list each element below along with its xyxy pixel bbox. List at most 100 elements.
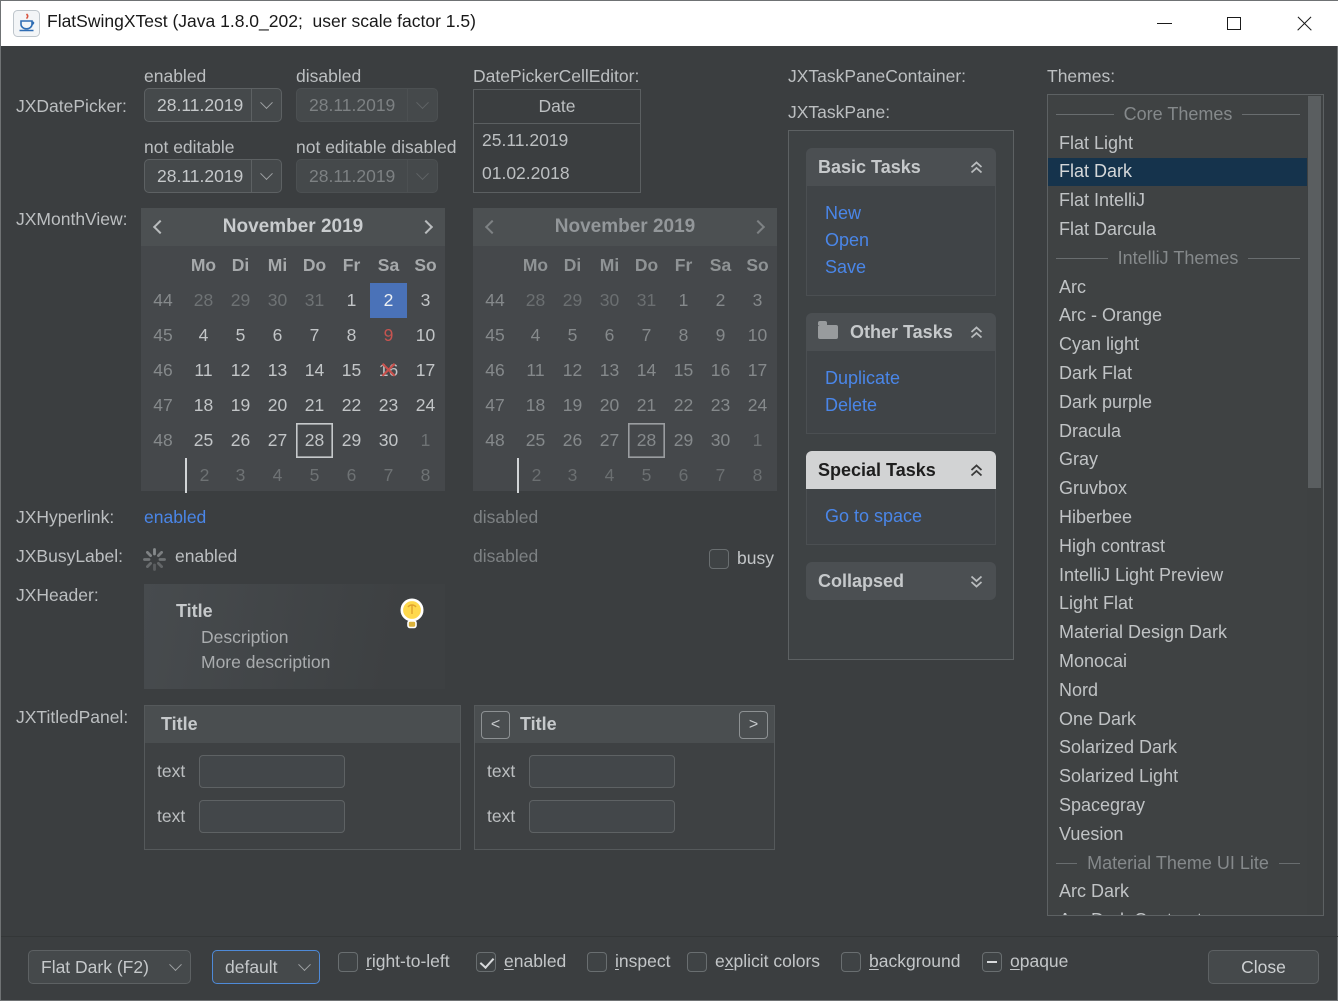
themes-scrollbar[interactable]	[1307, 96, 1322, 915]
theme-item[interactable]: High contrast	[1048, 532, 1308, 561]
calendar-day[interactable]: 15	[333, 353, 370, 388]
calendar-day[interactable]: 11	[185, 353, 222, 388]
calendar-day[interactable]: 8	[407, 458, 444, 493]
date-table-row[interactable]: 01.02.2018	[474, 157, 640, 190]
theme-item[interactable]: Arc Dark Contrast	[1048, 906, 1308, 916]
calendar-day[interactable]: 1	[333, 283, 370, 318]
theme-item[interactable]: Monocai	[1048, 647, 1308, 676]
taskpane-action-link[interactable]: Delete	[825, 392, 995, 419]
calendar-day[interactable]: 25	[185, 423, 222, 458]
calendar-day[interactable]: 21	[296, 388, 333, 423]
taskpane-action-link[interactable]: Save	[825, 254, 995, 281]
taskpane-header[interactable]: Collapsed	[806, 562, 996, 600]
expand-double-chevron-icon[interactable]	[969, 574, 984, 589]
calendar-day[interactable]: 16	[370, 353, 407, 388]
calendar-day[interactable]: 30	[370, 423, 407, 458]
taskpane-action-link[interactable]: Go to space	[825, 503, 995, 530]
calendar-day[interactable]: 28	[296, 423, 333, 458]
date-table-row[interactable]: 25.11.2019	[474, 124, 640, 157]
calendar-day[interactable]: 22	[333, 388, 370, 423]
checkbox-explicit-colors[interactable]	[687, 952, 707, 972]
calendar-day[interactable]: 7	[370, 458, 407, 493]
calendar-day[interactable]: 1	[407, 423, 444, 458]
busy-checkbox-label[interactable]: busy	[737, 548, 774, 569]
theme-item[interactable]: Arc Dark	[1048, 878, 1308, 907]
hyperlink-enabled[interactable]: enabled	[144, 507, 206, 528]
titled-panel-prev-button[interactable]: <	[481, 711, 510, 739]
datepicker-enabled[interactable]: 28.11.2019	[144, 88, 282, 122]
calendar-day[interactable]: 8	[333, 318, 370, 353]
taskpane-action-link[interactable]: New	[825, 200, 995, 227]
datepicker-value[interactable]: 28.11.2019	[145, 166, 251, 187]
checkbox-label[interactable]: explicit colors	[715, 951, 820, 972]
theme-item[interactable]: Dark Flat	[1048, 359, 1308, 388]
theme-item[interactable]: Solarized Light	[1048, 762, 1308, 791]
checkbox-background[interactable]	[841, 952, 861, 972]
calendar-dropdown-icon[interactable]	[251, 89, 281, 121]
theme-item[interactable]: One Dark	[1048, 705, 1308, 734]
titled-panel-text-input[interactable]	[199, 800, 345, 833]
theme-item[interactable]: Gruvbox	[1048, 474, 1308, 503]
calendar-day[interactable]: 6	[333, 458, 370, 493]
theme-item[interactable]: Light Flat	[1048, 590, 1308, 619]
calendar-dropdown-icon[interactable]	[251, 160, 281, 192]
calendar-day[interactable]: 28	[185, 283, 222, 318]
titled-panel-text-input[interactable]	[529, 800, 675, 833]
theme-item[interactable]: Vuesion	[1048, 820, 1308, 849]
calendar-day[interactable]: 13	[259, 353, 296, 388]
calendar-day[interactable]: 4	[185, 318, 222, 353]
checkbox-inspect[interactable]	[587, 952, 607, 972]
theme-item[interactable]: Spacegray	[1048, 791, 1308, 820]
calendar-day[interactable]: 3	[407, 283, 444, 318]
minimize-button[interactable]	[1129, 1, 1199, 46]
taskpane-header[interactable]: Other Tasks	[806, 313, 996, 351]
calendar-day[interactable]: 3	[222, 458, 259, 493]
next-month-icon[interactable]	[419, 220, 433, 234]
calendar-day[interactable]: 18	[185, 388, 222, 423]
themes-scrollbar-thumb[interactable]	[1308, 96, 1321, 488]
theme-item[interactable]: Dracula	[1048, 417, 1308, 446]
calendar-day[interactable]: 10	[407, 318, 444, 353]
calendar-day[interactable]: 5	[296, 458, 333, 493]
checkbox-label[interactable]: opaque	[1010, 951, 1068, 972]
theme-item[interactable]: Hiberbee	[1048, 503, 1308, 532]
calendar-day[interactable]: 27	[259, 423, 296, 458]
calendar-day[interactable]: 31	[296, 283, 333, 318]
calendar-day[interactable]: 6	[259, 318, 296, 353]
calendar-day[interactable]: 29	[333, 423, 370, 458]
datepicker-not-editable[interactable]: 28.11.2019	[144, 159, 282, 193]
theme-item[interactable]: Nord	[1048, 676, 1308, 705]
theme-item[interactable]: Dark purple	[1048, 388, 1308, 417]
taskpane-action-link[interactable]: Duplicate	[825, 365, 995, 392]
theme-item[interactable]: Material Design Dark	[1048, 618, 1308, 647]
calendar-day[interactable]: 29	[222, 283, 259, 318]
calendar-day[interactable]: 4	[259, 458, 296, 493]
calendar-day[interactable]: 23	[370, 388, 407, 423]
checkbox-label[interactable]: enabled	[504, 951, 566, 972]
checkbox-right-to-left[interactable]	[338, 952, 358, 972]
busy-checkbox[interactable]	[709, 549, 729, 569]
collapse-double-chevron-icon[interactable]	[969, 463, 984, 478]
calendar-day[interactable]: 24	[407, 388, 444, 423]
calendar-day[interactable]: 26	[222, 423, 259, 458]
theme-item[interactable]: Flat Light	[1048, 129, 1308, 158]
calendar-day[interactable]: 2	[370, 283, 407, 318]
close-button[interactable]: Close	[1208, 950, 1319, 984]
checkbox-enabled[interactable]	[476, 952, 496, 972]
theme-item[interactable]: IntelliJ Light Preview	[1048, 561, 1308, 590]
titled-panel-text-input[interactable]	[529, 755, 675, 788]
scale-combo[interactable]: default	[212, 950, 320, 984]
calendar-day[interactable]: 5	[222, 318, 259, 353]
collapse-double-chevron-icon[interactable]	[969, 325, 984, 340]
calendar-day[interactable]: 19	[222, 388, 259, 423]
prev-month-icon[interactable]	[153, 220, 167, 234]
datepicker-value[interactable]: 28.11.2019	[145, 95, 251, 116]
checkbox-label[interactable]: right-to-left	[366, 951, 450, 972]
calendar-day[interactable]: 30	[259, 283, 296, 318]
maximize-button[interactable]	[1199, 1, 1269, 46]
titled-panel-text-input[interactable]	[199, 755, 345, 788]
theme-item[interactable]: Flat Darcula	[1048, 215, 1308, 244]
calendar-day[interactable]: 17	[407, 353, 444, 388]
theme-item[interactable]: Arc	[1048, 273, 1308, 302]
theme-item[interactable]: Flat Dark	[1048, 158, 1308, 187]
